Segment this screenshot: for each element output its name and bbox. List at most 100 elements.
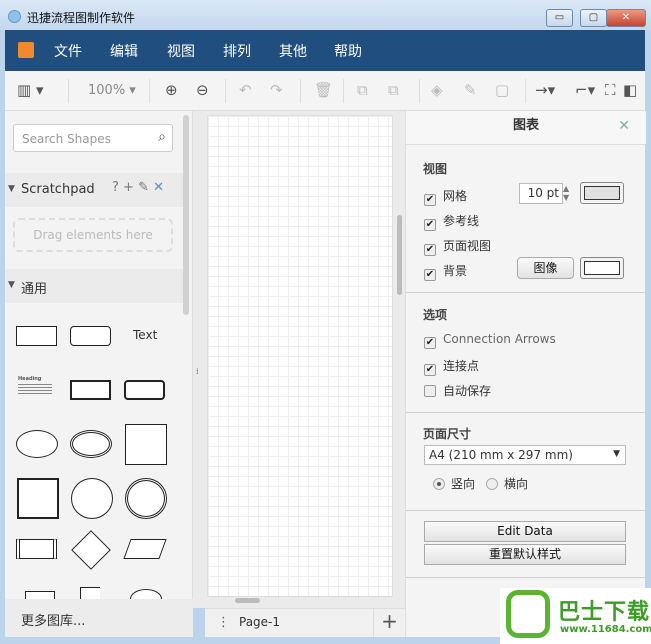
shape-square[interactable] [125,424,167,465]
background-image-button[interactable]: 图像 [517,257,574,279]
shape-rounded-rectangle[interactable] [70,326,111,346]
shape-double-circle[interactable] [125,478,167,519]
shape-palette: Text Heading [5,307,183,599]
watermark-logo: 巴士下载 www.11684.com [500,588,651,644]
add-page-button[interactable]: + [373,609,405,637]
title-bar: 迅捷流程图制作软件 ▭ ▢ ✕ [0,0,651,30]
toolbar: ▥ ▾ 100% ▾ ⊕ ⊖ ↶ ↷ 🗑 ⧉ ⧉ ◈ ✎ ▢ →▾ ⌐▾ ⛶ ◧ [5,71,645,111]
maximize-button[interactable]: ▢ [580,9,607,27]
shadow-icon[interactable]: ▢ [495,81,509,99]
splitter-handle-icon[interactable]: ⁞ [196,367,199,376]
options-heading: 选项 [423,308,448,322]
checkbox-checked-icon: ✔ [424,194,436,206]
grid-color-swatch [584,186,620,200]
menu-extras[interactable]: 其他 [279,41,307,61]
redo-icon[interactable]: ↷ [270,81,283,99]
shape-bold-rounded-rectangle[interactable] [124,380,165,400]
shape-triangle[interactable] [80,587,100,599]
window-title: 迅捷流程图制作软件 [27,11,136,25]
format-panel: 图表 ✕ 视图 ✔ 网格 10 pt ▲ ▼ ✔ 参考线 ✔ 页面视图 ✔ 背景 图像 选项… [405,111,646,637]
to-front-icon[interactable]: ⧉ [357,81,368,99]
landscape-radio[interactable]: 横向 [486,475,528,492]
page-tabs-bar: ⋮ Page-1 + [205,608,405,637]
page-size-heading: 页面尺寸 [423,427,472,441]
scratchpad-drop-area[interactable]: Drag elements here [13,218,173,252]
shapes-sidebar: Search Shapes ⌕ ▼ Scratchpad ? + ✎ ✕ Drag … [5,111,193,599]
delete-icon[interactable]: 🗑 [314,81,333,99]
page-view-checkbox[interactable]: ✔ 页面视图 [424,237,491,256]
menu-file[interactable]: 文件 [54,41,82,61]
caret-down-icon: ▼ [8,184,15,194]
shape-bold-rectangle[interactable] [70,380,111,400]
shape-parallelogram[interactable] [123,539,167,559]
to-back-icon[interactable]: ⧉ [388,81,399,99]
edit-icon[interactable]: ✎ [138,180,149,195]
close-button[interactable]: ✕ [606,9,646,27]
shape-hexagon[interactable] [25,591,55,599]
zoom-select[interactable]: 100% ▾ [88,83,136,98]
grid-color-button[interactable] [580,182,624,204]
grid-size-input[interactable]: 10 pt [519,183,563,204]
close-panel-icon[interactable]: ✕ [618,111,630,141]
menu-bar: 文件 编辑 视图 排列 其他 帮助 [5,30,645,71]
connection-points-checkbox[interactable]: ✔ 连接点 [424,357,479,376]
app-logo-icon [18,42,34,58]
shape-diamond[interactable] [71,530,111,570]
panel-title: 图表 ✕ [406,111,646,145]
grid-checkbox[interactable]: ✔ 网格 [424,187,467,206]
canvas-horizontal-scrollbar[interactable] [235,598,260,603]
app-icon [8,10,21,23]
search-icon: ⌕ [158,129,166,145]
connection-arrow-icon[interactable]: →▾ [535,81,555,99]
add-icon[interactable]: + [123,180,134,195]
grid-size-stepper[interactable]: ▲ ▼ [563,184,569,202]
portrait-radio[interactable]: 竖向 [433,475,475,492]
sidebar-scrollbar[interactable] [183,115,189,315]
page-menu-icon[interactable]: ⋮ [217,615,230,630]
more-shapes-link[interactable]: 更多图库... [5,599,193,637]
view-heading: 视图 [423,162,448,176]
panel-toggle-icon[interactable]: ◧ [623,81,637,99]
canvas-vertical-scrollbar[interactable] [397,215,402,295]
caret-down-icon: ▼ [8,280,15,290]
shape-cylinder[interactable] [130,589,162,599]
shape-double-ellipse[interactable] [70,430,112,458]
close-scratchpad-icon[interactable]: ✕ [153,180,164,195]
minimize-button[interactable]: ▭ [546,9,573,27]
shape-text[interactable]: Text [133,328,157,342]
autosave-checkbox[interactable]: 自动保存 [424,382,491,399]
reset-style-button[interactable]: 重置默认样式 [424,544,626,565]
scratchpad-header[interactable]: ▼ Scratchpad ? + ✎ ✕ [5,173,183,207]
background-checkbox[interactable]: ✔ 背景 [424,262,467,281]
diagram-page[interactable] [207,115,393,597]
general-header[interactable]: ▼ 通用 [5,269,183,303]
menu-help[interactable]: 帮助 [334,41,362,61]
waypoints-icon[interactable]: ⌐▾ [575,81,595,99]
search-input[interactable]: Search Shapes ⌕ [13,124,173,152]
menu-edit[interactable]: 编辑 [110,41,138,61]
shape-heading[interactable]: Heading [18,376,52,396]
zoom-in-icon[interactable]: ⊕ [165,81,178,99]
undo-icon[interactable]: ↶ [239,81,252,99]
help-icon[interactable]: ? [112,180,119,195]
tab-page-1[interactable]: Page-1 [239,615,280,629]
background-color-button[interactable] [580,257,624,279]
page-size-select[interactable]: A4 (210 mm x 297 mm) ▼ [424,445,626,465]
shape-bold-square[interactable] [17,478,59,519]
diagram-canvas[interactable]: ⁞ [193,111,405,608]
zoom-out-icon[interactable]: ⊖ [196,81,209,99]
format-panel-icon[interactable]: ▥ ▾ [17,81,43,99]
shape-circle[interactable] [71,478,113,519]
dropdown-arrow-icon: ▼ [613,449,620,459]
fit-icon[interactable]: ⛶ [605,81,616,99]
connection-arrows-checkbox[interactable]: ✔ Connection Arrows [424,332,556,349]
fill-color-icon[interactable]: ◈ [431,81,443,99]
shape-rectangle[interactable] [16,326,57,346]
edit-data-button[interactable]: Edit Data [424,521,626,542]
shape-process[interactable] [16,539,57,559]
menu-view[interactable]: 视图 [167,41,195,61]
line-color-icon[interactable]: ✎ [464,81,477,99]
shape-ellipse[interactable] [16,430,58,458]
menu-arrange[interactable]: 排列 [223,41,251,61]
guides-checkbox[interactable]: ✔ 参考线 [424,212,479,231]
